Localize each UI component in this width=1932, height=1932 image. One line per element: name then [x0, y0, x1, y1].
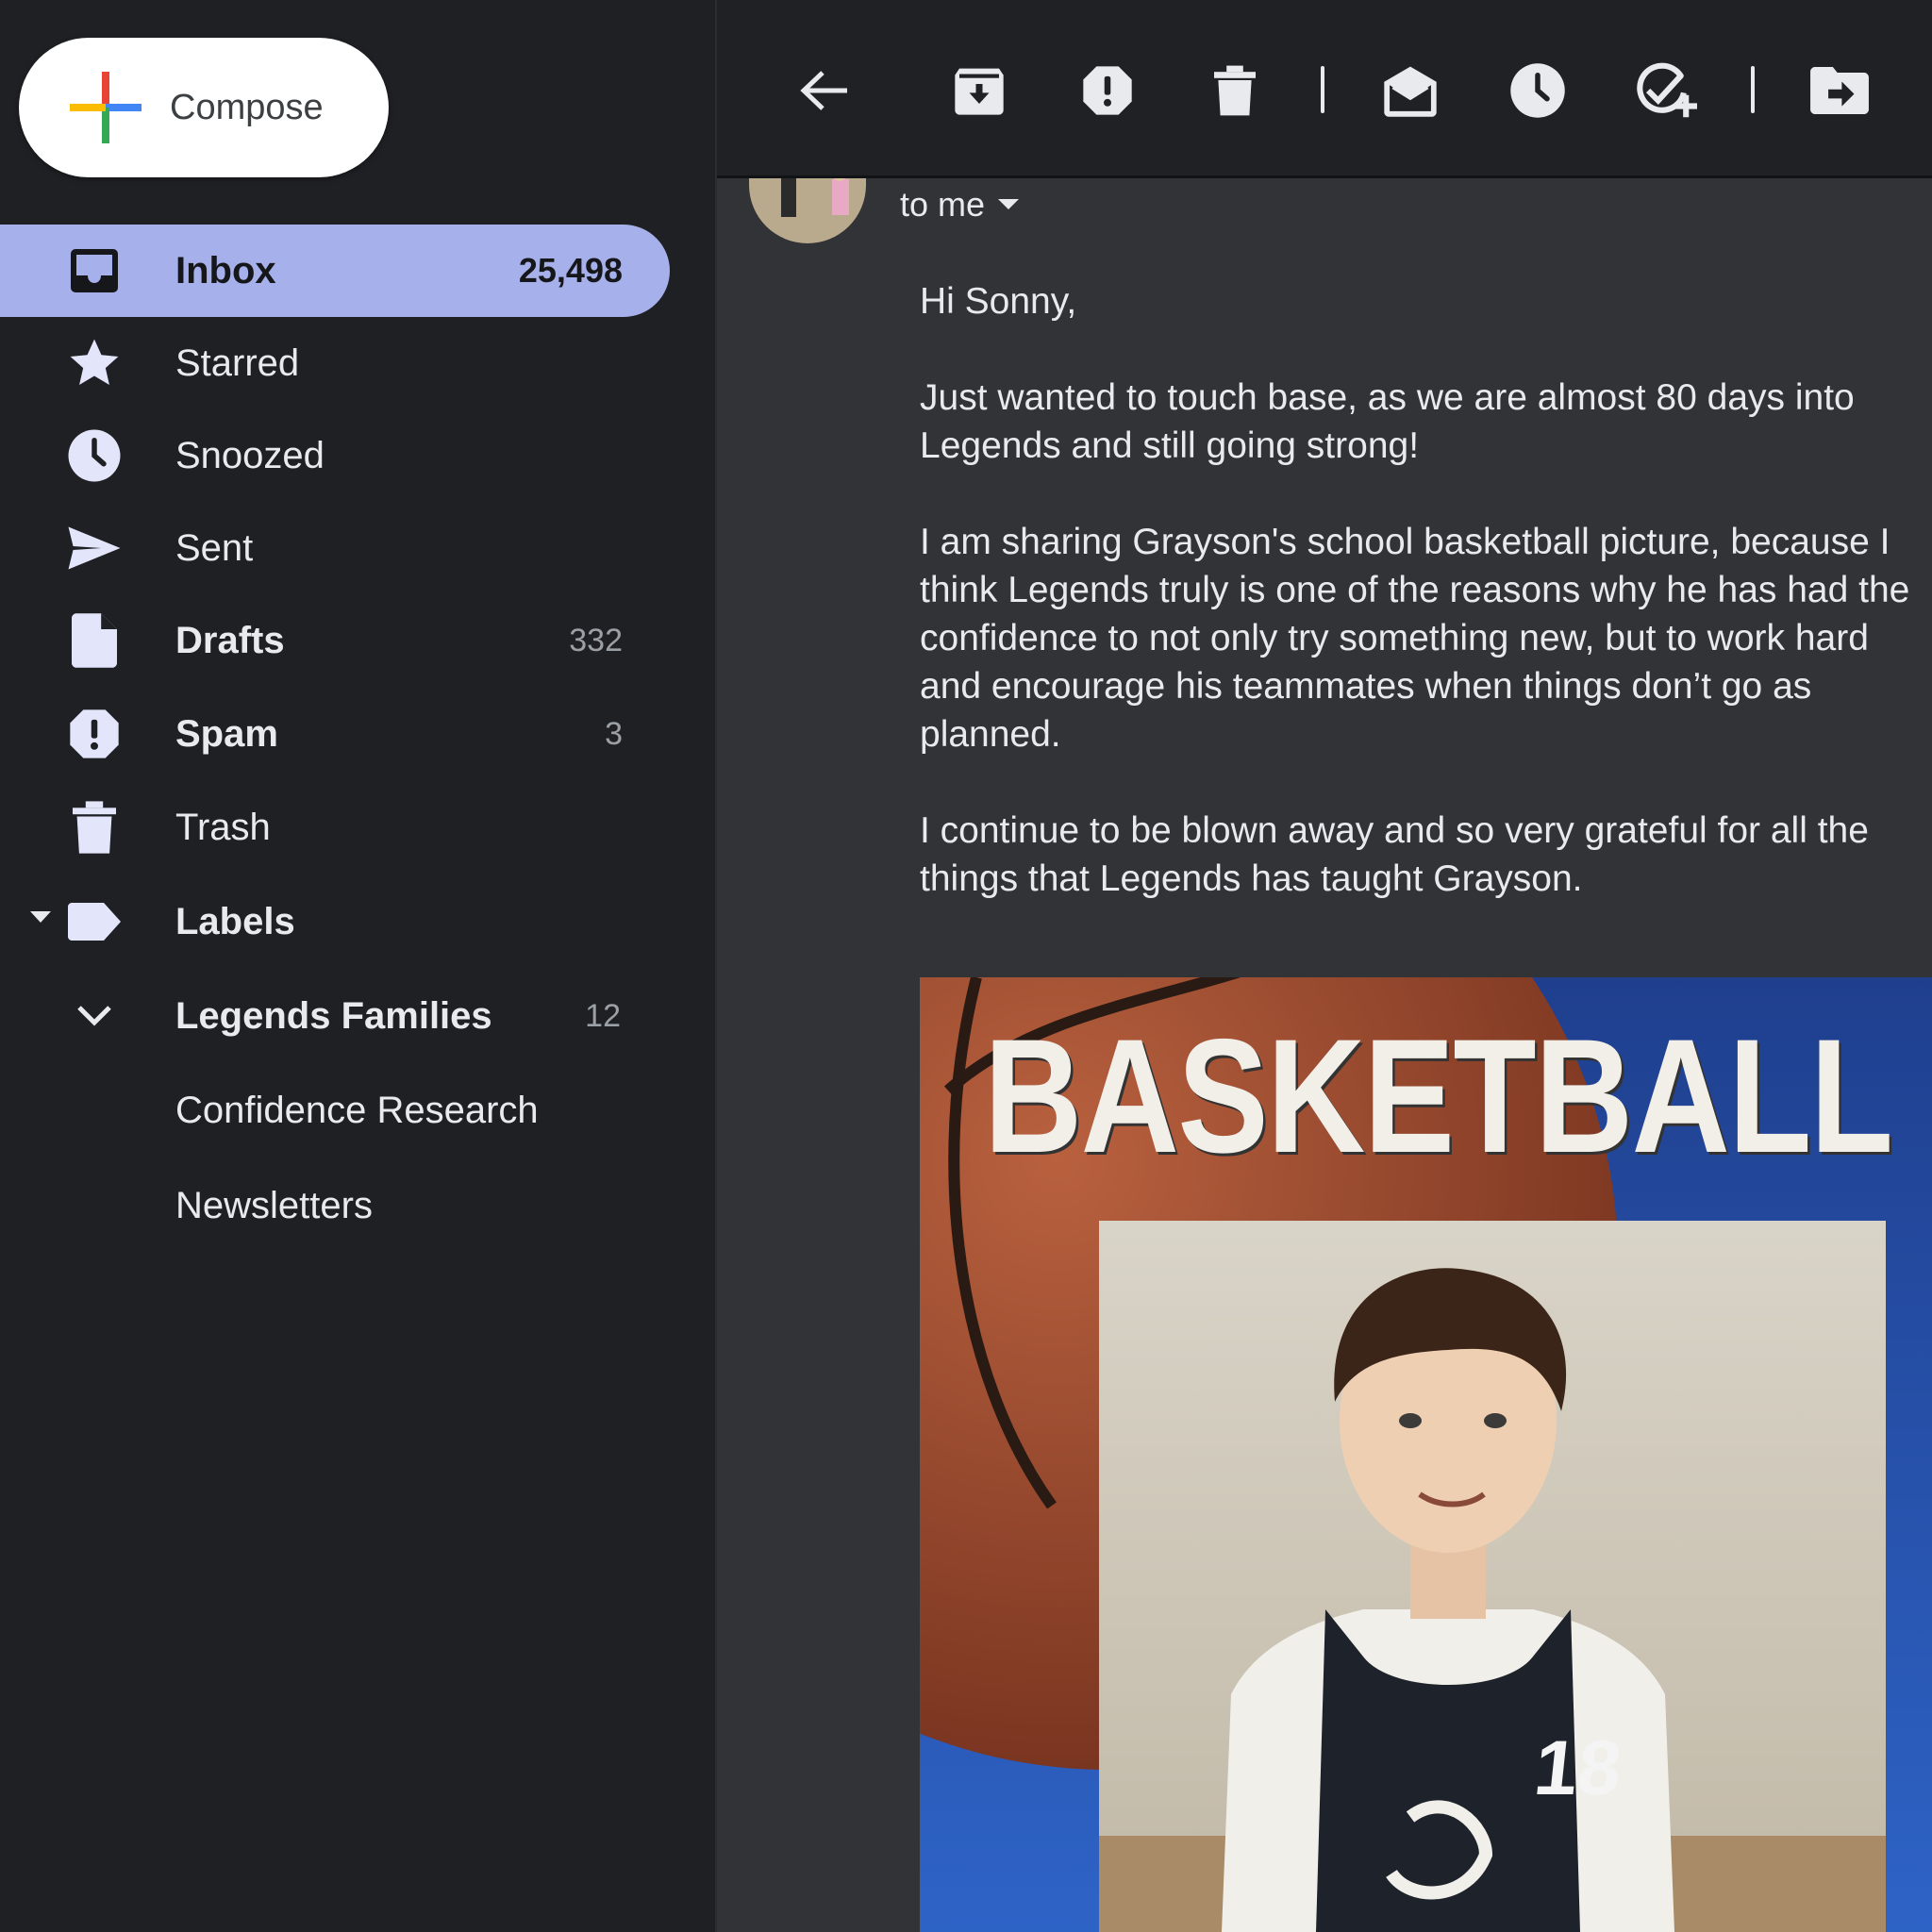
sidebar-item-label: Legends Families: [175, 995, 492, 1037]
attached-basketball-photo[interactable]: BASKETBALL 18: [920, 977, 1932, 1932]
back-arrow-icon[interactable]: [789, 55, 860, 126]
recipient-label: to me: [900, 185, 986, 224]
toolbar-divider: [1751, 66, 1755, 113]
archive-icon[interactable]: [943, 55, 1015, 126]
compose-label: Compose: [170, 88, 324, 127]
toolbar-divider: [1321, 66, 1324, 113]
snooze-icon[interactable]: [1502, 55, 1574, 126]
caret-down-icon: [998, 199, 1020, 209]
compose-button[interactable]: Compose: [19, 38, 389, 177]
sidebar-item-label: Snoozed: [175, 435, 325, 476]
toolbar: [717, 0, 1932, 178]
sidebar-item-label: Spam: [175, 713, 278, 755]
recipient-details-toggle[interactable]: to me: [900, 185, 1020, 225]
email-paragraph: I continue to be blown away and so very …: [920, 810, 1869, 899]
unread-count: 25,498: [518, 251, 623, 290]
sidebar-item-newsletters[interactable]: Newsletters: [0, 1159, 670, 1252]
move-to-icon[interactable]: [1804, 55, 1875, 126]
sidebar-item-legends-families[interactable]: Legends Families 12: [0, 970, 670, 1062]
sidebar-item-spam[interactable]: Spam 3: [0, 688, 670, 780]
sidebar-item-labels[interactable]: Labels: [0, 875, 670, 968]
draft-count: 332: [569, 623, 623, 658]
email-greeting: Hi Sonny,: [920, 281, 1077, 322]
draft-icon: [66, 613, 123, 668]
inbox-icon: [66, 247, 123, 294]
add-task-icon[interactable]: [1630, 55, 1702, 126]
report-spam-icon[interactable]: [1072, 55, 1143, 126]
sidebar-item-trash[interactable]: Trash: [0, 781, 670, 874]
spam-count: 3: [605, 716, 623, 752]
email-paragraph: I am sharing Grayson's school basketball…: [920, 522, 1910, 755]
sidebar-item-inbox[interactable]: Inbox 25,498: [0, 225, 670, 317]
sidebar-item-label: Drafts: [175, 620, 285, 661]
sidebar-item-label: Trash: [175, 807, 271, 848]
mark-unread-icon[interactable]: [1374, 55, 1446, 126]
sidebar-item-confidence-research[interactable]: Confidence Research: [0, 1064, 670, 1157]
email-paragraph: Just wanted to touch base, as we are alm…: [920, 377, 1855, 466]
label-icon: [66, 898, 123, 945]
sidebar-item-label: Confidence Research: [175, 1090, 539, 1131]
trash-icon: [66, 801, 123, 854]
label-count: 12: [585, 998, 621, 1034]
sidebar-item-drafts[interactable]: Drafts 332: [0, 594, 670, 687]
spam-icon: [66, 709, 123, 758]
sidebar-item-starred[interactable]: Starred: [0, 317, 670, 409]
chevron-down-icon[interactable]: [66, 992, 123, 1040]
send-icon: [66, 525, 123, 572]
star-icon: [66, 339, 123, 387]
sidebar: Compose Inbox 25,498 Starred Snoozed Sen…: [0, 0, 717, 1932]
sidebar-item-snoozed[interactable]: Snoozed: [0, 409, 670, 502]
sidebar-item-label: Inbox: [175, 250, 276, 291]
compose-plus-icon: [70, 72, 142, 143]
sidebar-item-label: Newsletters: [175, 1185, 373, 1226]
photo-title-text: BASKETBALL: [984, 1006, 1893, 1187]
email-body: Hi Sonny, Just wanted to touch base, as …: [920, 277, 1920, 951]
sidebar-item-label: Starred: [175, 342, 300, 384]
sidebar-item-label: Labels: [175, 901, 295, 942]
sidebar-item-label: Sent: [175, 527, 254, 569]
delete-icon[interactable]: [1199, 55, 1271, 126]
email-view: to me Hi Sonny, Just wanted to touch bas…: [717, 0, 1932, 1932]
clock-icon: [66, 429, 123, 482]
sidebar-item-sent[interactable]: Sent: [0, 502, 670, 594]
jersey-number: 18: [1530, 1725, 1626, 1811]
caret-down-icon[interactable]: [30, 911, 51, 924]
